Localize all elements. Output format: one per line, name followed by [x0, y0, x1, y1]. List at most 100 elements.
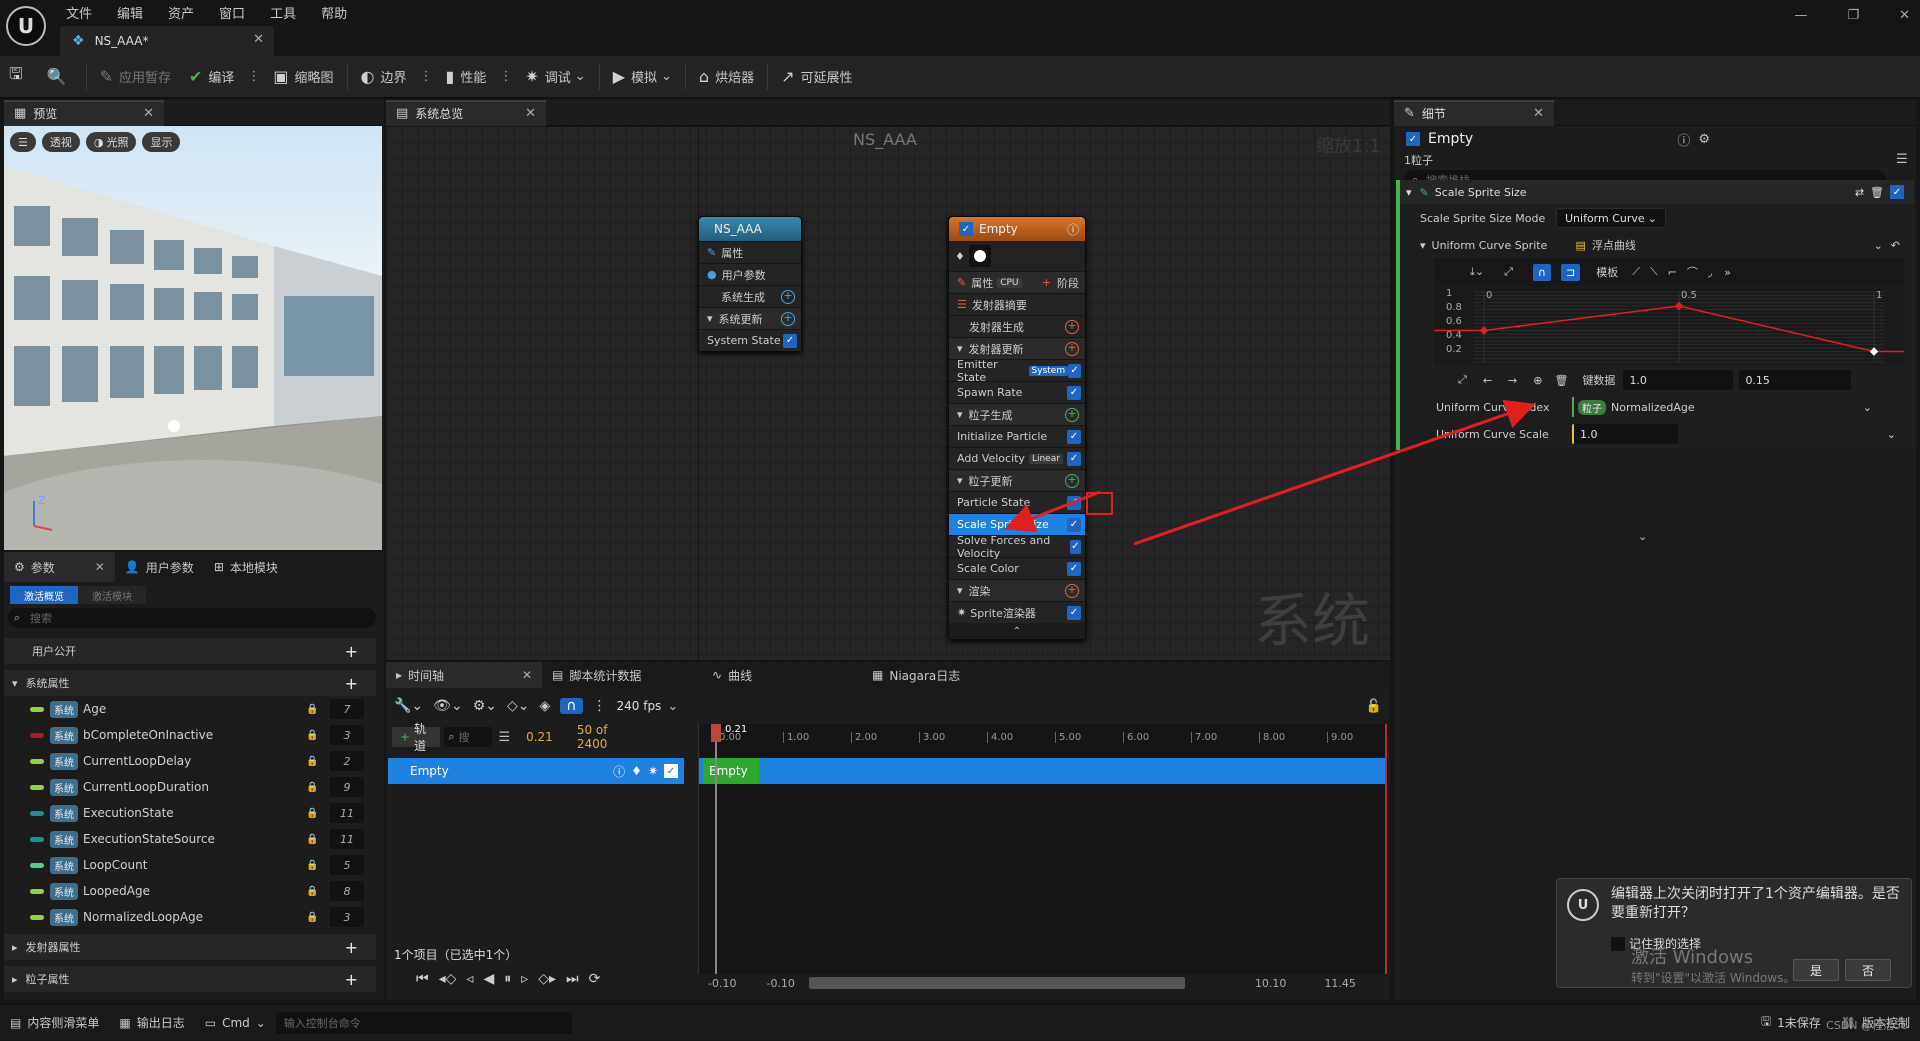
track-row-empty[interactable]: Empty ⓘ ♦ ✷ ✓ [388, 758, 684, 784]
subtab-active-overview[interactable]: 激活概览 [10, 586, 78, 604]
no-button[interactable]: 否 [1845, 959, 1891, 981]
system-node-spawn[interactable]: 系统生成 + [699, 285, 801, 307]
reset-icon[interactable]: ↶ [1891, 239, 1900, 252]
add-icon[interactable]: + [345, 674, 358, 693]
curve-options-icon[interactable]: ⤓⌄ [1470, 265, 1484, 279]
lock-icon[interactable]: 🔒 [306, 860, 318, 871]
collapse-icon[interactable]: ⌃ [949, 623, 1085, 639]
tab-curves[interactable]: ∿ 曲线 [702, 662, 862, 688]
performance-button[interactable]: ▮ 性能 [437, 56, 496, 98]
auto-key-icon[interactable]: ◈ [539, 698, 550, 714]
system-node-user-params[interactable]: ● 用户参数 [699, 263, 801, 285]
next-key-icon[interactable]: → [1508, 374, 1517, 387]
lock-icon[interactable]: 🔒 [306, 886, 318, 897]
scale-field[interactable]: 1.0 [1572, 424, 1678, 444]
emitter-stack-row[interactable]: Initialize Particle ✓ [949, 425, 1085, 447]
param-row[interactable]: 系统 bCompleteOnInactive 🔒 3 [4, 722, 376, 748]
emitter-stack-row[interactable]: Scale Sprite Size ✓ [949, 513, 1085, 535]
emitter-stack-row[interactable]: ▾ 粒子更新 + [949, 469, 1085, 491]
lock-icon[interactable]: 🔒 [306, 730, 318, 741]
timeline-area[interactable]: 0.00 1.00 2.00 3.00 4.00 5.00 6.00 7.00 8.00 9.00… [698, 724, 1388, 974]
next-key-icon[interactable]: ◇▸ [538, 971, 556, 987]
menu-asset[interactable]: 资产 [168, 3, 194, 22]
menu-tools[interactable]: 工具 [270, 3, 296, 22]
browse-button[interactable]: 🔍 [38, 56, 82, 98]
cmd-dropdown[interactable]: ▭ Cmd ⌄ [195, 1005, 276, 1041]
lock-icon[interactable]: 🔒 [306, 756, 318, 767]
curve-editor[interactable]: 1 0.8 0.6 0.4 0.2 0 0.5 1 [1434, 286, 1904, 366]
filter-icon[interactable]: ☰ [498, 730, 510, 745]
module-header[interactable]: ▾ ✎ Scale Sprite Size ⇄ 🗑 ✓ [1400, 180, 1914, 204]
checkbox-checked-icon[interactable]: ✓ [1067, 605, 1081, 620]
checkbox-checked-icon[interactable]: ✓ [1067, 429, 1081, 444]
emitter-stack-row[interactable]: Add Velocity Linear ✓ [949, 447, 1085, 469]
checkbox-checked-icon[interactable]: ✓ [1067, 385, 1081, 400]
save-button[interactable]: 🖫 [0, 56, 38, 98]
baker-button[interactable]: ⌂ 烘焙器 [690, 56, 763, 98]
emitter-stack-row[interactable]: Solve Forces and Velocity ✓ [949, 534, 1085, 560]
track-search-input[interactable]: ⌕ 搜 [444, 727, 493, 747]
add-icon[interactable]: + [345, 970, 358, 989]
tab-user-params[interactable]: 👤 用户参数 [115, 552, 204, 582]
section-system-attributes[interactable]: ▾ 系统属性 + [4, 670, 376, 696]
system-node[interactable]: NS_AAA ✎ 属性 ● 用户参数 系统生成 + ▾ 系统更新 + System Sta… [698, 216, 802, 352]
info-icon[interactable]: ⓘ [1677, 130, 1690, 149]
emitter-stack-row[interactable]: ✷ Sprite渲染器 ✓ [949, 601, 1085, 623]
section-particle-attributes[interactable]: ▸ 粒子属性 + [4, 966, 376, 992]
emitter-stack-row[interactable]: Spawn Rate ✓ [949, 381, 1085, 403]
time-ruler[interactable]: 0.00 1.00 2.00 3.00 4.00 5.00 6.00 7.00 8.00 9.00 [699, 732, 1389, 746]
gear-icon[interactable]: ⚙⌄ [473, 698, 497, 714]
yes-button[interactable]: 是 [1793, 959, 1839, 981]
curve-key[interactable] [1479, 326, 1489, 335]
tab-niagara-log[interactable]: ▦ Niagara日志 [862, 662, 970, 688]
tab-script-stats[interactable]: ▤ 脚本统计数据 [542, 662, 702, 688]
emitter-bar[interactable]: Empty [703, 758, 759, 784]
more-icon[interactable]: ⋮ [420, 69, 433, 84]
template-ease-in-icon[interactable]: ⌒ [1687, 264, 1698, 280]
prev-key-icon[interactable]: ← [1483, 374, 1492, 387]
param-row[interactable]: 系统 LoopedAge 🔒 8 [4, 878, 376, 904]
template-decrease-icon[interactable]: ⟍ [1650, 265, 1658, 279]
add-icon[interactable]: + [1065, 583, 1079, 598]
lock-icon[interactable]: 🔒 [306, 704, 318, 715]
tab-parameters[interactable]: ⚙ 参数 ✕ [4, 552, 115, 582]
more-icon[interactable]: ⋮ [499, 69, 512, 84]
emitter-stack-row[interactable]: ▾ 发射器更新 + [949, 337, 1085, 359]
add-icon[interactable]: + [345, 938, 358, 957]
menu-window[interactable]: 窗口 [219, 3, 245, 22]
mode-dropdown[interactable]: Uniform Curve ⌄ [1556, 208, 1666, 228]
system-overview-tab[interactable]: ▤ 系统总览 ✕ [386, 100, 546, 126]
add-track-button[interactable]: + 轨道 [392, 722, 441, 753]
param-row[interactable]: 系统 ExecutionStateSource 🔒 11 [4, 826, 376, 852]
preview-tab[interactable]: ▦ 预览 ✕ [4, 99, 164, 126]
compile-button[interactable]: ✔ 编译 [180, 56, 243, 98]
param-row[interactable]: 系统 CurrentLoopDelay 🔒 2 [4, 748, 376, 774]
add-icon[interactable]: + [781, 289, 795, 304]
snap-icon[interactable]: ∩ [1532, 263, 1551, 281]
emitter-stack-row[interactable]: ▾ 粒子生成 + [949, 403, 1085, 425]
emitter-summary-row[interactable]: ☰ 发射器摘要 [949, 293, 1085, 315]
checkbox-checked-icon[interactable]: ✓ [1069, 539, 1081, 554]
delete-key-icon[interactable]: 🗑 [1554, 374, 1568, 387]
subtab-active-modules[interactable]: 激活模块 [78, 586, 146, 604]
lock-icon[interactable]: 🔒 [306, 834, 318, 845]
minimize-icon[interactable]: — [1794, 8, 1807, 23]
checkbox-checked-icon[interactable]: ✓ [1068, 363, 1081, 378]
lighting-button[interactable]: ◑ 光照 [85, 132, 137, 152]
thumbnail-button[interactable]: ▣ 缩略图 [264, 56, 342, 98]
eye-icon[interactable]: 👁⌄ [433, 698, 463, 714]
emitter-stack-row[interactable]: ▾ 渲染 + [949, 579, 1085, 601]
emitter-enable-checkbox[interactable]: ✓ [1406, 132, 1420, 146]
gear-icon[interactable]: ⚙ [1698, 132, 1710, 147]
preview-viewport[interactable]: Z ☰ 透视 ◑ 光照 显示 [4, 126, 382, 550]
emitter-stack-row[interactable]: 发射器生成 + [949, 315, 1085, 337]
viewport-menu-button[interactable]: ☰ [10, 132, 36, 152]
unsaved-button[interactable]: 🖫 1未保存 [1751, 1005, 1831, 1041]
section-user-exposed[interactable]: 用户公开 + [4, 638, 376, 664]
close-icon[interactable]: ✕ [522, 668, 532, 682]
zoom-fit-icon[interactable]: ⤢ [1458, 373, 1467, 387]
show-button[interactable]: 显示 [142, 132, 181, 152]
section-emitter-attributes[interactable]: ▸ 发射器属性 + [4, 934, 376, 960]
system-node-properties[interactable]: ✎ 属性 [699, 241, 801, 263]
perspective-button[interactable]: 透视 [41, 132, 80, 152]
